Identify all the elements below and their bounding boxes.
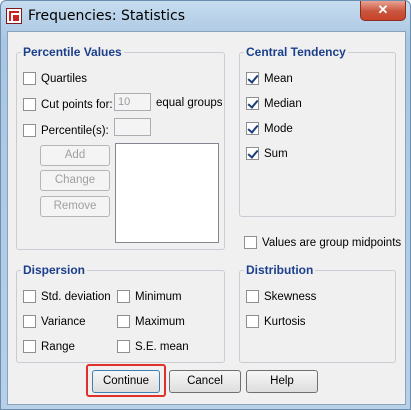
close-button[interactable]: ✕ (360, 1, 406, 21)
median-label: Median (264, 97, 302, 110)
mean-checkbox[interactable] (246, 72, 259, 85)
percentile-list[interactable] (115, 143, 219, 243)
quartiles-label: Quartiles (41, 72, 88, 85)
maximum-checkbox[interactable] (117, 315, 130, 328)
variance-option[interactable]: Variance (23, 315, 86, 328)
percentiles-checkbox[interactable] (23, 124, 36, 137)
help-button[interactable]: Help (246, 370, 318, 393)
std-deviation-option[interactable]: Std. deviation (23, 290, 111, 303)
quartiles-option[interactable]: Quartiles (23, 72, 87, 85)
maximum-option[interactable]: Maximum (117, 315, 185, 328)
continue-button[interactable]: Continue (92, 370, 160, 393)
distribution-legend: Distribution (244, 263, 316, 277)
add-button[interactable]: Add (40, 145, 110, 166)
minimum-checkbox[interactable] (117, 290, 130, 303)
range-checkbox[interactable] (23, 340, 36, 353)
range-option[interactable]: Range (23, 340, 75, 353)
change-button[interactable]: Change (40, 170, 110, 191)
std-deviation-checkbox[interactable] (23, 290, 36, 303)
cut-points-input[interactable]: 10 (114, 93, 151, 111)
group-midpoints-checkbox[interactable] (244, 236, 257, 249)
mode-option[interactable]: Mode (246, 122, 293, 135)
range-label: Range (41, 340, 75, 353)
se-mean-option[interactable]: S.E. mean (117, 340, 189, 353)
minimum-option[interactable]: Minimum (117, 290, 182, 303)
variance-checkbox[interactable] (23, 315, 36, 328)
group-midpoints-option[interactable]: Values are group midpoints (244, 236, 401, 249)
dispersion-group: Dispersion Std. deviation Minimum Varian… (16, 263, 225, 363)
cut-points-label: Cut points for: (41, 98, 113, 111)
kurtosis-checkbox[interactable] (246, 315, 259, 328)
median-checkbox[interactable] (246, 97, 259, 110)
remove-button[interactable]: Remove (40, 196, 110, 217)
dialog-body: Percentile Values Quartiles Cut points f… (7, 31, 406, 405)
kurtosis-label: Kurtosis (264, 315, 306, 328)
percentiles-option[interactable]: Percentile(s): (23, 124, 109, 137)
cancel-button[interactable]: Cancel (169, 370, 241, 393)
distribution-group: Distribution Skewness Kurtosis (239, 263, 396, 363)
group-midpoints-label: Values are group midpoints (262, 236, 402, 249)
cut-points-checkbox[interactable] (23, 98, 36, 111)
skewness-label: Skewness (264, 290, 317, 303)
variance-label: Variance (41, 315, 86, 328)
cut-points-option[interactable]: Cut points for: (23, 98, 113, 111)
se-mean-label: S.E. mean (135, 340, 189, 353)
skewness-option[interactable]: Skewness (246, 290, 316, 303)
spss-app-icon (6, 8, 22, 24)
mode-checkbox[interactable] (246, 122, 259, 135)
dispersion-legend: Dispersion (21, 263, 88, 277)
central-tendency-legend: Central Tendency (244, 45, 348, 59)
mode-label: Mode (264, 122, 293, 135)
maximum-label: Maximum (135, 315, 185, 328)
kurtosis-option[interactable]: Kurtosis (246, 315, 306, 328)
equal-groups-label: equal groups (156, 97, 223, 109)
quartiles-checkbox[interactable] (23, 72, 36, 85)
percentile-values-legend: Percentile Values (21, 45, 124, 59)
percentiles-label: Percentile(s): (41, 124, 109, 137)
se-mean-checkbox[interactable] (117, 340, 130, 353)
mean-label: Mean (264, 72, 293, 85)
percentile-input[interactable] (114, 118, 151, 136)
std-deviation-label: Std. deviation (41, 290, 111, 303)
title-bar[interactable]: Frequencies: Statistics ✕ (1, 1, 410, 31)
mean-option[interactable]: Mean (246, 72, 293, 85)
statistics-dialog: Frequencies: Statistics ✕ Percentile Val… (0, 0, 411, 410)
minimum-label: Minimum (135, 290, 182, 303)
sum-option[interactable]: Sum (246, 147, 288, 160)
skewness-checkbox[interactable] (246, 290, 259, 303)
sum-label: Sum (264, 147, 288, 160)
central-tendency-group: Central Tendency Mean Median Mode Sum (239, 45, 396, 217)
median-option[interactable]: Median (246, 97, 302, 110)
window-title: Frequencies: Statistics (28, 8, 186, 24)
sum-checkbox[interactable] (246, 147, 259, 160)
percentile-values-group: Percentile Values Quartiles Cut points f… (16, 45, 225, 250)
